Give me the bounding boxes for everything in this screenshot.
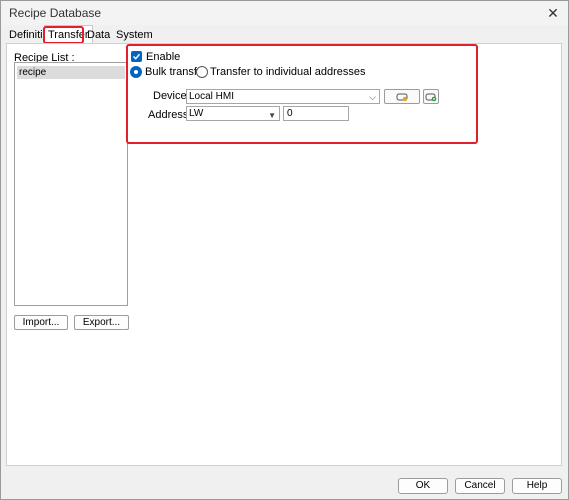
individual-transfer-radio[interactable] [196, 66, 208, 78]
device-settings-button[interactable] [384, 89, 420, 104]
enable-checkbox[interactable] [131, 51, 142, 62]
address-input[interactable]: 0 [283, 106, 349, 121]
checkmark-icon [132, 53, 141, 60]
window-title: Recipe Database [9, 6, 102, 20]
tab-system-registers[interactable]: System Registers [113, 28, 165, 56]
add-device-button[interactable] [423, 89, 439, 104]
help-button[interactable]: Help [512, 478, 562, 494]
add-device-icon [425, 93, 437, 102]
list-item[interactable]: recipe [17, 66, 125, 79]
ok-button[interactable]: OK [398, 478, 448, 494]
device-settings-icon [396, 93, 408, 102]
dropdown-arrow-icon: ▼ [268, 111, 276, 120]
import-button[interactable]: Import... [14, 315, 68, 330]
title-bar: Recipe Database ✕ [1, 1, 568, 25]
recipe-list[interactable]: recipe [14, 62, 128, 306]
address-type-value: LW [189, 108, 204, 119]
device-value: Local HMI [189, 91, 235, 102]
bulk-transfer-radio[interactable] [130, 66, 142, 78]
tab-data[interactable]: Data [84, 28, 113, 43]
export-button[interactable]: Export... [74, 315, 129, 330]
close-icon[interactable]: ✕ [544, 4, 562, 22]
device-select[interactable]: Local HMI ⌵ [186, 89, 380, 104]
address-type-select[interactable]: LW ▼ [186, 106, 280, 121]
cancel-button[interactable]: Cancel [455, 478, 505, 494]
individual-transfer-label: Transfer to individual addresses [210, 66, 366, 78]
chevron-down-icon: ⌵ [369, 92, 376, 102]
enable-label: Enable [146, 51, 181, 63]
